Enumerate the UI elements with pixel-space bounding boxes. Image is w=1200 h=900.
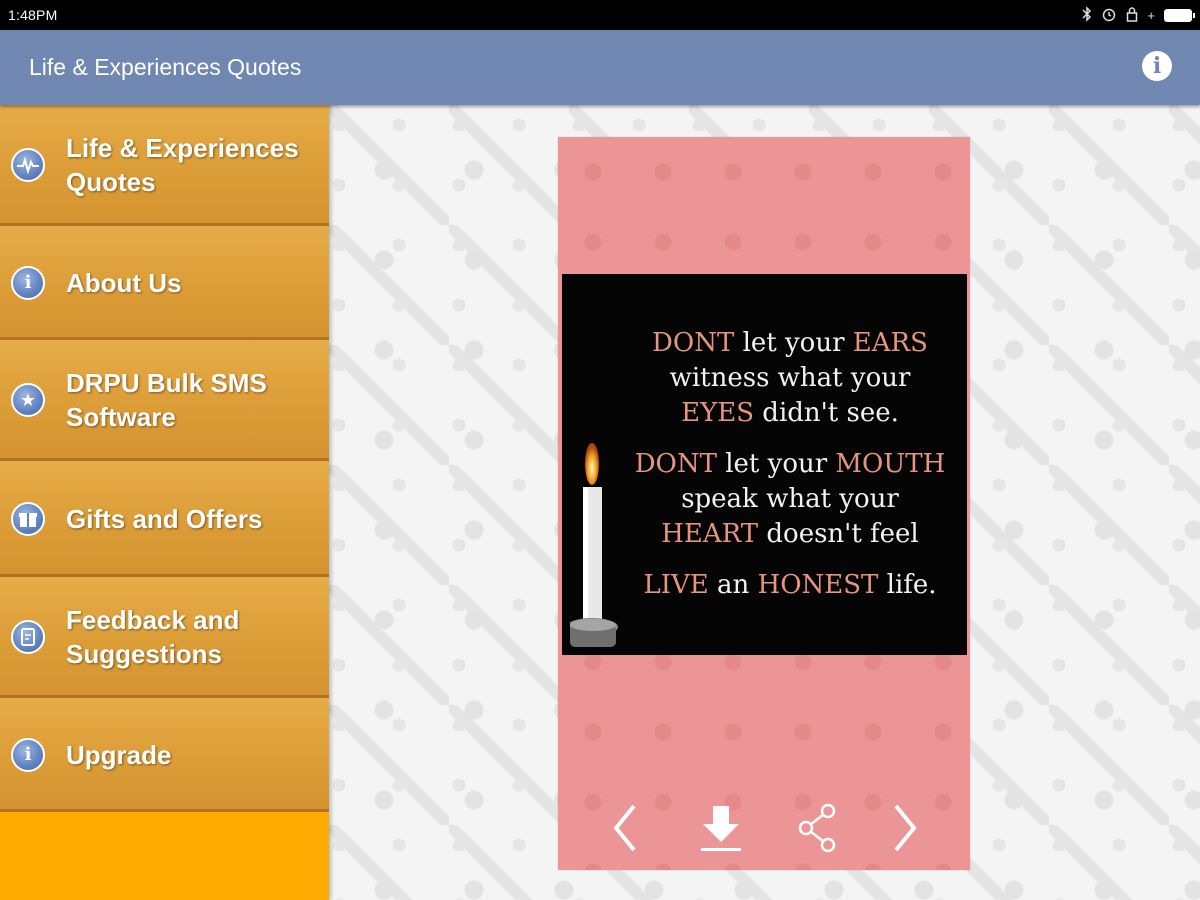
info-icon: i [11,738,45,772]
star-icon: ★ [11,383,45,417]
info-icon[interactable]: i [1142,51,1172,81]
bluetooth-icon [1082,5,1092,25]
gift-icon [11,502,45,536]
drawer-item-label: DRPU Bulk SMS Software [66,368,267,432]
share-icon [798,803,836,853]
drawer-item-gifts-offers[interactable]: Gifts and Offers [0,461,329,577]
charging-icon: + [1147,7,1155,23]
drawer-item-label: Life & Experiences Quotes [66,133,299,197]
drawer-item-life-quotes[interactable]: Life & Experiences Quotes [0,105,329,226]
drawer-item-about-us[interactable]: i About Us [0,226,329,340]
next-icon [894,804,917,852]
drawer-item-label: Feedback and Suggestions [66,605,240,669]
status-time: 1:48PM [8,7,58,23]
quote-text: DONT let your EARS witness what your EYE… [634,328,946,600]
lock-icon [1126,6,1138,25]
drawer-item-feedback[interactable]: Feedback and Suggestions [0,577,329,698]
quote-image: DONT let your EARS witness what your EYE… [562,274,967,655]
drawer-item-drpu-bulk-sms[interactable]: ★ DRPU Bulk SMS Software [0,340,329,461]
share-button[interactable] [792,800,844,856]
app-bar: Life & Experiences Quotes i [0,30,1200,105]
pulse-icon [11,148,45,182]
candle-icon [570,443,618,647]
navigation-drawer: Life & Experiences Quotes i About Us ★ D… [0,105,329,900]
status-bar: 1:48PM + [0,0,1200,30]
download-button[interactable] [695,800,747,856]
drawer-item-label: About Us [66,268,182,298]
next-button[interactable] [880,800,930,856]
alarm-icon [1101,6,1117,25]
drawer-item-label: Upgrade [66,740,172,770]
drawer-item-upgrade[interactable]: i Upgrade [0,698,329,812]
previous-icon [613,804,636,852]
drawer-item-label: Gifts and Offers [66,504,263,534]
download-icon [701,806,741,851]
previous-button[interactable] [600,800,650,856]
battery-icon [1164,8,1195,22]
feedback-icon [11,620,45,654]
app-title: Life & Experiences Quotes [29,54,302,80]
info-icon: i [11,266,45,300]
system-icons: + [1082,5,1195,25]
